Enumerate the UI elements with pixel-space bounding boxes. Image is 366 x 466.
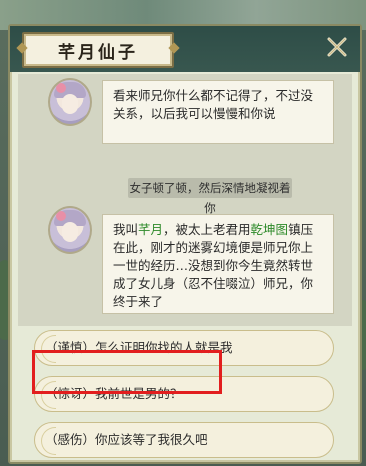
- close-x-icon: [327, 37, 347, 57]
- choice-option[interactable]: （感伤）你应该等了我很久吧: [34, 422, 334, 458]
- dialog-title: 芊月仙子: [58, 42, 138, 63]
- selection-highlight-frame: [32, 350, 222, 394]
- message-text-part: ，被太上老君用: [163, 222, 251, 237]
- name-highlight: 芊月: [138, 222, 164, 237]
- message-bubble: 看来师兄你什么都不记得了，不过没关系，以后我可以慢慢和你说: [102, 80, 334, 144]
- narration-text: 女子顿了顿，然后深情地凝视着你: [128, 178, 292, 215]
- dialog-header: 芊月仙子: [10, 26, 360, 72]
- message-text: 看来师兄你什么都不记得了，不过没关系，以后我可以慢慢和你说: [113, 88, 314, 121]
- dialog-panel: 芊月仙子 看来师兄你什么都不记得了，不过没关系，以后我可以慢慢和你说 女子顿了顿…: [8, 24, 362, 464]
- fairy-avatar: [48, 78, 92, 126]
- item-highlight: 乾坤图: [250, 222, 289, 237]
- message-bubble: 我叫芊月，被太上老君用乾坤图镇压在此，刚才的迷雾幻境便是师兄你上一世的经历…没想…: [102, 214, 334, 314]
- title-plaque: 芊月仙子: [22, 32, 174, 68]
- dialog-log: 看来师兄你什么都不记得了，不过没关系，以后我可以慢慢和你说 女子顿了顿，然后深情…: [18, 74, 352, 326]
- close-button[interactable]: [322, 32, 352, 62]
- message-text-part: 我叫: [113, 222, 139, 237]
- choice-label: （感伤）你应该等了我很久吧: [45, 432, 208, 447]
- fairy-avatar: [48, 206, 92, 254]
